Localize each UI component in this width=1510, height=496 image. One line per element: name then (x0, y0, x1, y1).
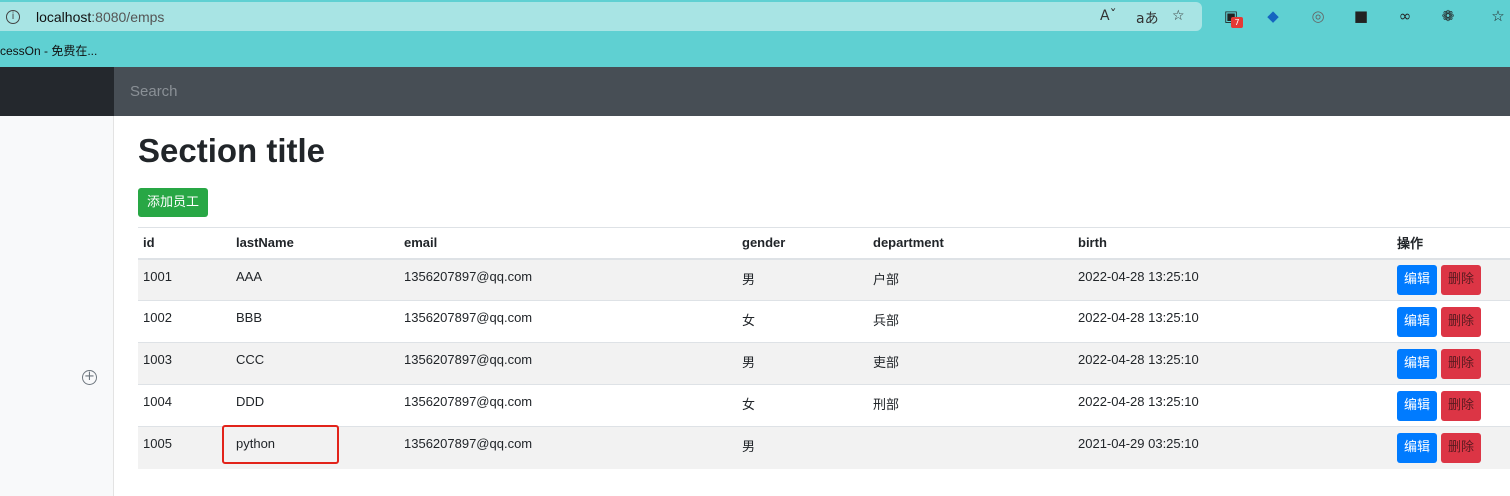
edit-button[interactable]: 编辑 (1397, 306, 1438, 337)
column-header-department: department (868, 227, 1073, 260)
cell-department: 户部 (868, 258, 1073, 301)
face-extension-icon[interactable]: ■ (1351, 6, 1371, 26)
employee-table: id lastName email gender department birt… (138, 227, 1510, 469)
cell-gender: 女 (737, 300, 868, 343)
cell-gender: 女 (737, 384, 868, 427)
search-input[interactable] (114, 67, 1510, 116)
cell-lastname: AAA (231, 258, 399, 301)
extension-badge: 7 (1231, 17, 1243, 28)
cell-email: 1356207897@qq.com (399, 426, 737, 469)
cell-id: 1003 (138, 342, 231, 385)
cell-gender: 男 (737, 426, 868, 469)
cell-id: 1001 (138, 258, 231, 301)
cell-birth: 2022-04-28 13:25:10 (1073, 384, 1392, 427)
translate-icon[interactable]: aあ (1136, 8, 1159, 28)
column-header-birth: birth (1073, 227, 1392, 260)
cell-actions: 编辑 删除 (1392, 342, 1510, 385)
favorites-icon[interactable]: ☆ (1488, 6, 1508, 26)
table-header-row: id lastName email gender department birt… (138, 227, 1510, 260)
edit-button[interactable]: 编辑 (1397, 348, 1438, 379)
column-header-email: email (399, 227, 737, 260)
diamond-extension-icon[interactable]: ◆ (1263, 6, 1283, 26)
url-text[interactable]: localhost:8080/emps (36, 9, 164, 25)
cell-email: 1356207897@qq.com (399, 258, 737, 301)
delete-button[interactable]: 删除 (1441, 432, 1482, 463)
cell-birth: 2022-04-28 13:25:10 (1073, 342, 1392, 385)
cell-actions: 编辑 删除 (1392, 300, 1510, 343)
add-employee-button[interactable]: 添加员工 (138, 188, 209, 217)
edit-button[interactable]: 编辑 (1397, 264, 1438, 295)
add-favorite-icon[interactable]: ☆ (1172, 8, 1185, 24)
cell-lastname: BBB (231, 300, 399, 343)
cell-email: 1356207897@qq.com (399, 342, 737, 385)
cell-actions: 编辑 删除 (1392, 258, 1510, 301)
cell-lastname: CCC (231, 342, 399, 385)
column-header-actions: 操作 (1392, 227, 1510, 260)
edit-button[interactable]: 编辑 (1397, 432, 1438, 463)
navbar-brand[interactable] (0, 67, 114, 116)
cell-actions: 编辑 删除 (1392, 426, 1510, 469)
table-row: 1005 python 1356207897@qq.com 男 2021-04-… (138, 426, 1510, 469)
edit-button[interactable]: 编辑 (1397, 390, 1438, 421)
bookmarks-bar: cessOn - 免费在... (0, 34, 1510, 67)
delete-button[interactable]: 删除 (1441, 306, 1482, 337)
cell-department (868, 426, 1073, 469)
cell-department: 吏部 (868, 342, 1073, 385)
cell-lastname: DDD (231, 384, 399, 427)
read-aloud-icon[interactable]: Aˇ (1100, 8, 1117, 24)
table-row: 1002 BBB 1356207897@qq.com 女 兵部 2022-04-… (138, 300, 1510, 343)
table-row: 1003 CCC 1356207897@qq.com 男 吏部 2022-04-… (138, 342, 1510, 385)
info-icon[interactable]: i (6, 10, 20, 24)
url-field[interactable]: i localhost:8080/emps Aˇ aあ ☆ (0, 2, 1202, 31)
eye-extension-icon[interactable]: ◎ (1308, 6, 1328, 26)
cell-id: 1005 (138, 426, 231, 469)
column-header-gender: gender (737, 227, 868, 260)
add-circle-icon[interactable]: + (82, 370, 97, 385)
delete-button[interactable]: 删除 (1441, 390, 1482, 421)
cell-gender: 男 (737, 258, 868, 301)
cell-actions: 编辑 删除 (1392, 384, 1510, 427)
bookmark-item[interactable]: cessOn - 免费在... (0, 42, 97, 59)
top-navbar (0, 67, 1510, 116)
sidebar: + (0, 116, 114, 496)
cell-email: 1356207897@qq.com (399, 384, 737, 427)
cell-email: 1356207897@qq.com (399, 300, 737, 343)
browser-address-bar: i localhost:8080/emps Aˇ aあ ☆ ▣ 7 ◆ ◎ ■ … (0, 0, 1510, 34)
cell-gender: 男 (737, 342, 868, 385)
cell-id: 1002 (138, 300, 231, 343)
page-title: Section title (138, 132, 326, 169)
cell-birth: 2022-04-28 13:25:10 (1073, 300, 1392, 343)
delete-button[interactable]: 删除 (1441, 348, 1482, 379)
cell-birth: 2021-04-29 03:25:10 (1073, 426, 1392, 469)
cell-birth: 2022-04-28 13:25:10 (1073, 258, 1392, 301)
column-header-id: id (138, 227, 231, 260)
table-row: 1004 DDD 1356207897@qq.com 女 刑部 2022-04-… (138, 384, 1510, 427)
column-header-lastname: lastName (231, 227, 399, 260)
puzzle-icon[interactable]: ❁ (1438, 6, 1458, 26)
cell-lastname: python (231, 426, 399, 469)
infinity-extension-icon[interactable]: ∞ (1395, 6, 1415, 26)
delete-button[interactable]: 删除 (1441, 264, 1482, 295)
cell-id: 1004 (138, 384, 231, 427)
cell-department: 刑部 (868, 384, 1073, 427)
cell-department: 兵部 (868, 300, 1073, 343)
table-row: 1001 AAA 1356207897@qq.com 男 户部 2022-04-… (138, 258, 1510, 301)
